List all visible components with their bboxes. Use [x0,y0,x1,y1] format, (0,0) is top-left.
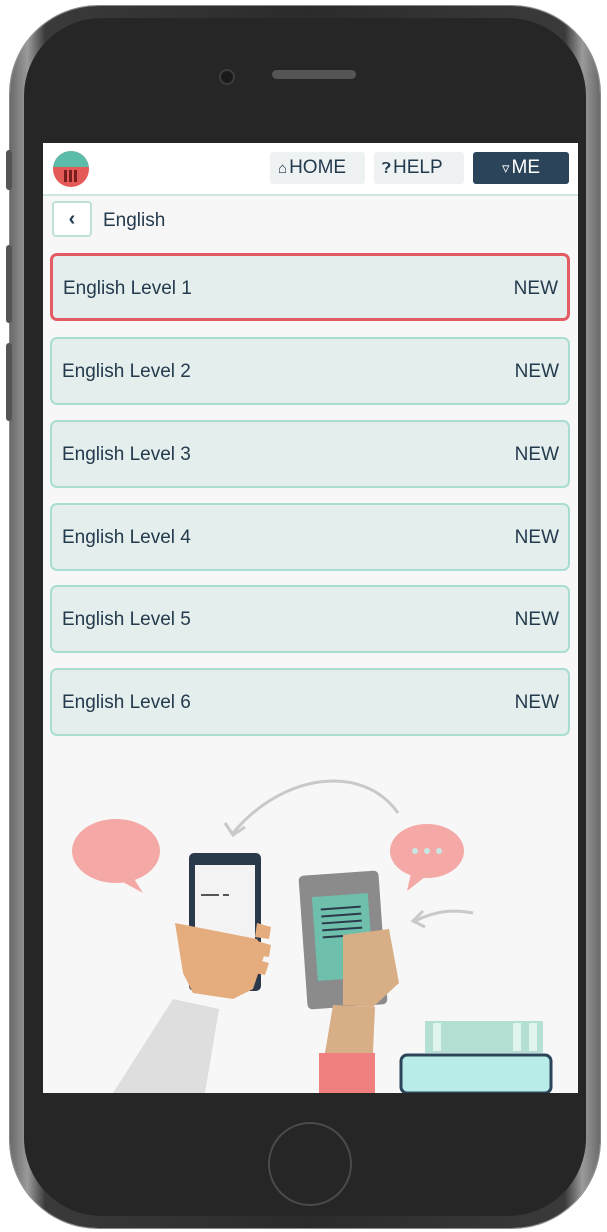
new-badge: NEW [514,692,559,713]
level-item-1[interactable]: English Level 1 NEW [50,253,570,321]
user-icon: ▿ [501,160,510,177]
volume-up-button [6,245,12,323]
home-icon: ⌂ [278,160,288,177]
new-badge: NEW [513,278,558,299]
level-name: English Level 3 [62,444,191,465]
chevron-left-icon: ‹ [68,208,76,230]
home-label: HOME [289,157,347,178]
home-button[interactable]: ⌂ HOME [270,152,365,184]
app-screen: ⌂ HOME ❓︎ HELP ▿ ME ‹ English English Level… [43,143,578,1093]
page-title: English [103,210,166,231]
help-icon: ❓︎ [382,160,392,177]
level-item-6[interactable]: English Level 6 NEW [50,668,570,736]
me-label: ME [511,157,541,178]
new-badge: NEW [514,361,559,382]
mute-switch [6,150,12,190]
learning-illustration [72,779,553,1093]
speech-bubble-left [72,819,160,883]
level-name: English Level 4 [62,527,191,548]
level-name: English Level 1 [63,278,192,299]
level-item-4[interactable]: English Level 4 NEW [50,503,570,571]
new-badge: NEW [514,609,559,630]
earpiece-speaker [272,70,356,79]
app-logo[interactable] [53,151,89,187]
new-badge: NEW [514,444,559,465]
help-button[interactable]: ❓︎ HELP [374,152,464,184]
volume-down-button [6,343,12,421]
me-button[interactable]: ▿ ME [473,152,569,184]
front-camera [219,69,235,85]
arrow-icon [414,909,474,923]
breadcrumb: ‹ English [43,196,578,244]
level-item-3[interactable]: English Level 3 NEW [50,420,570,488]
level-name: English Level 2 [62,361,191,382]
help-label: HELP [393,157,443,178]
level-item-2[interactable]: English Level 2 NEW [50,337,570,405]
top-bar: ⌂ HOME ❓︎ HELP ▿ ME [43,143,578,196]
level-name: English Level 6 [62,692,191,713]
level-item-5[interactable]: English Level 5 NEW [50,585,570,653]
new-badge: NEW [514,527,559,548]
back-button[interactable]: ‹ [52,201,92,237]
books-icon [425,1021,543,1053]
level-name: English Level 5 [62,609,191,630]
curved-arrow-icon [231,779,400,834]
phone-home-button[interactable] [268,1122,352,1206]
